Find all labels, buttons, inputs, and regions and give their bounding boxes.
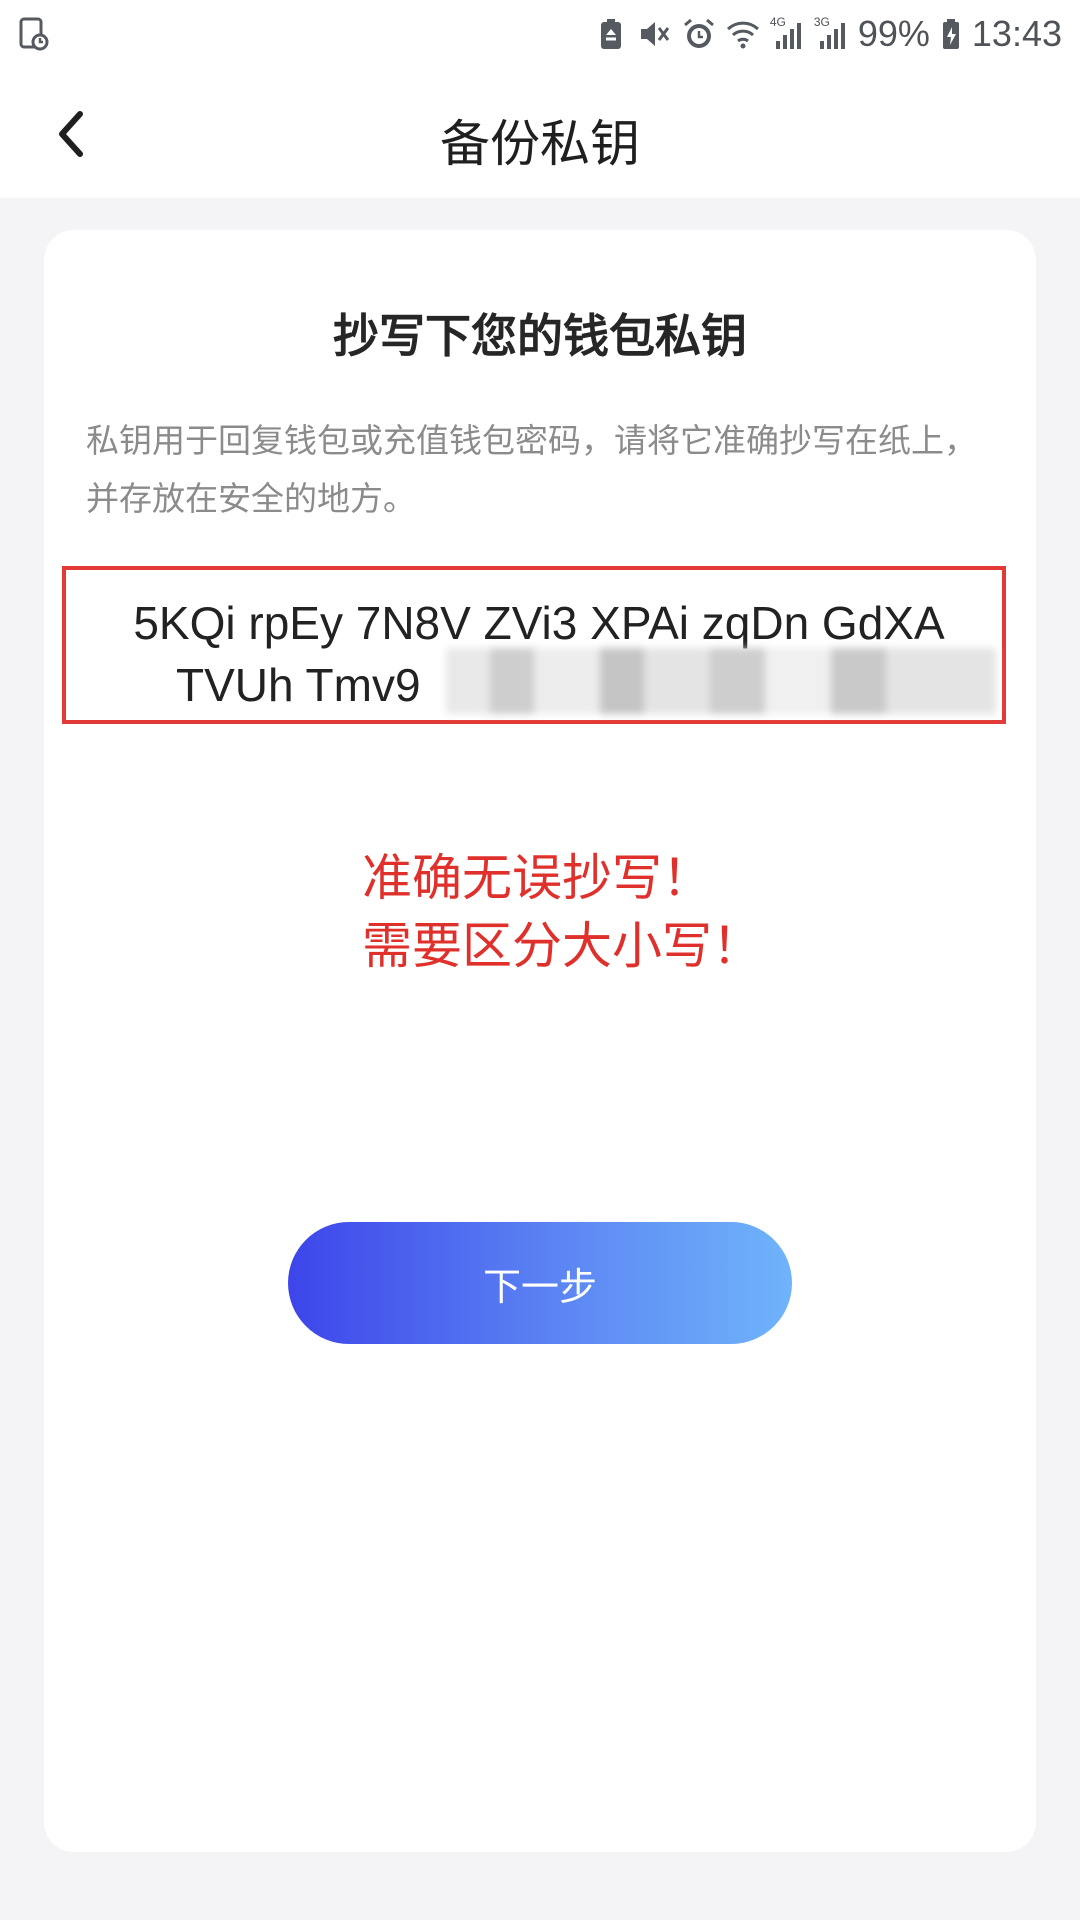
wifi-icon bbox=[726, 17, 760, 51]
case-sensitive-warning: 准确无误抄写！ 需要区分大小写！ bbox=[362, 844, 762, 980]
private-key-redaction bbox=[446, 648, 996, 714]
page-title: 备份私钥 bbox=[440, 115, 640, 173]
signal-3g-label: 3G bbox=[813, 15, 830, 29]
battery-saver-icon bbox=[594, 17, 628, 51]
signal-4g-icon: 4G bbox=[769, 15, 804, 51]
private-key-line-1: 5KQi rpEy 7N8V ZVi3 XPAi zqDn GdXA bbox=[133, 597, 945, 649]
screen-timer-icon bbox=[18, 16, 50, 52]
status-bar: 4G 3G 99% 13:43 bbox=[0, 0, 1080, 68]
alarm-icon bbox=[682, 17, 716, 51]
private-key-box: 5KQi rpEy 7N8V ZVi3 XPAi zqDn GdXA TVUh … bbox=[62, 566, 1006, 724]
backup-key-card: 抄写下您的钱包私钥 私钥用于回复钱包或充值钱包密码，请将它准确抄写在纸上，并存放… bbox=[44, 230, 1036, 1852]
next-step-button[interactable]: 下一步 bbox=[288, 1222, 792, 1344]
battery-percent: 99% bbox=[857, 13, 930, 54]
warning-line-2: 需要区分大小写！ bbox=[362, 917, 762, 975]
mute-icon bbox=[638, 17, 672, 51]
card-description: 私钥用于回复钱包或充值钱包密码，请将它准确抄写在纸上，并存放在安全的地方。 bbox=[86, 421, 977, 518]
clock-time: 13:43 bbox=[971, 13, 1062, 54]
signal-3g-icon: 3G bbox=[813, 15, 848, 51]
status-icons: 4G 3G 99% 13:43 bbox=[594, 10, 1062, 58]
warning-line-1: 准确无误抄写！ bbox=[362, 849, 712, 907]
battery-icon bbox=[940, 17, 962, 51]
card-heading: 抄写下您的钱包私钥 bbox=[333, 309, 747, 363]
signal-4g-label: 4G bbox=[769, 15, 786, 29]
top-navigation-bar: 备份私钥 bbox=[0, 68, 1080, 198]
